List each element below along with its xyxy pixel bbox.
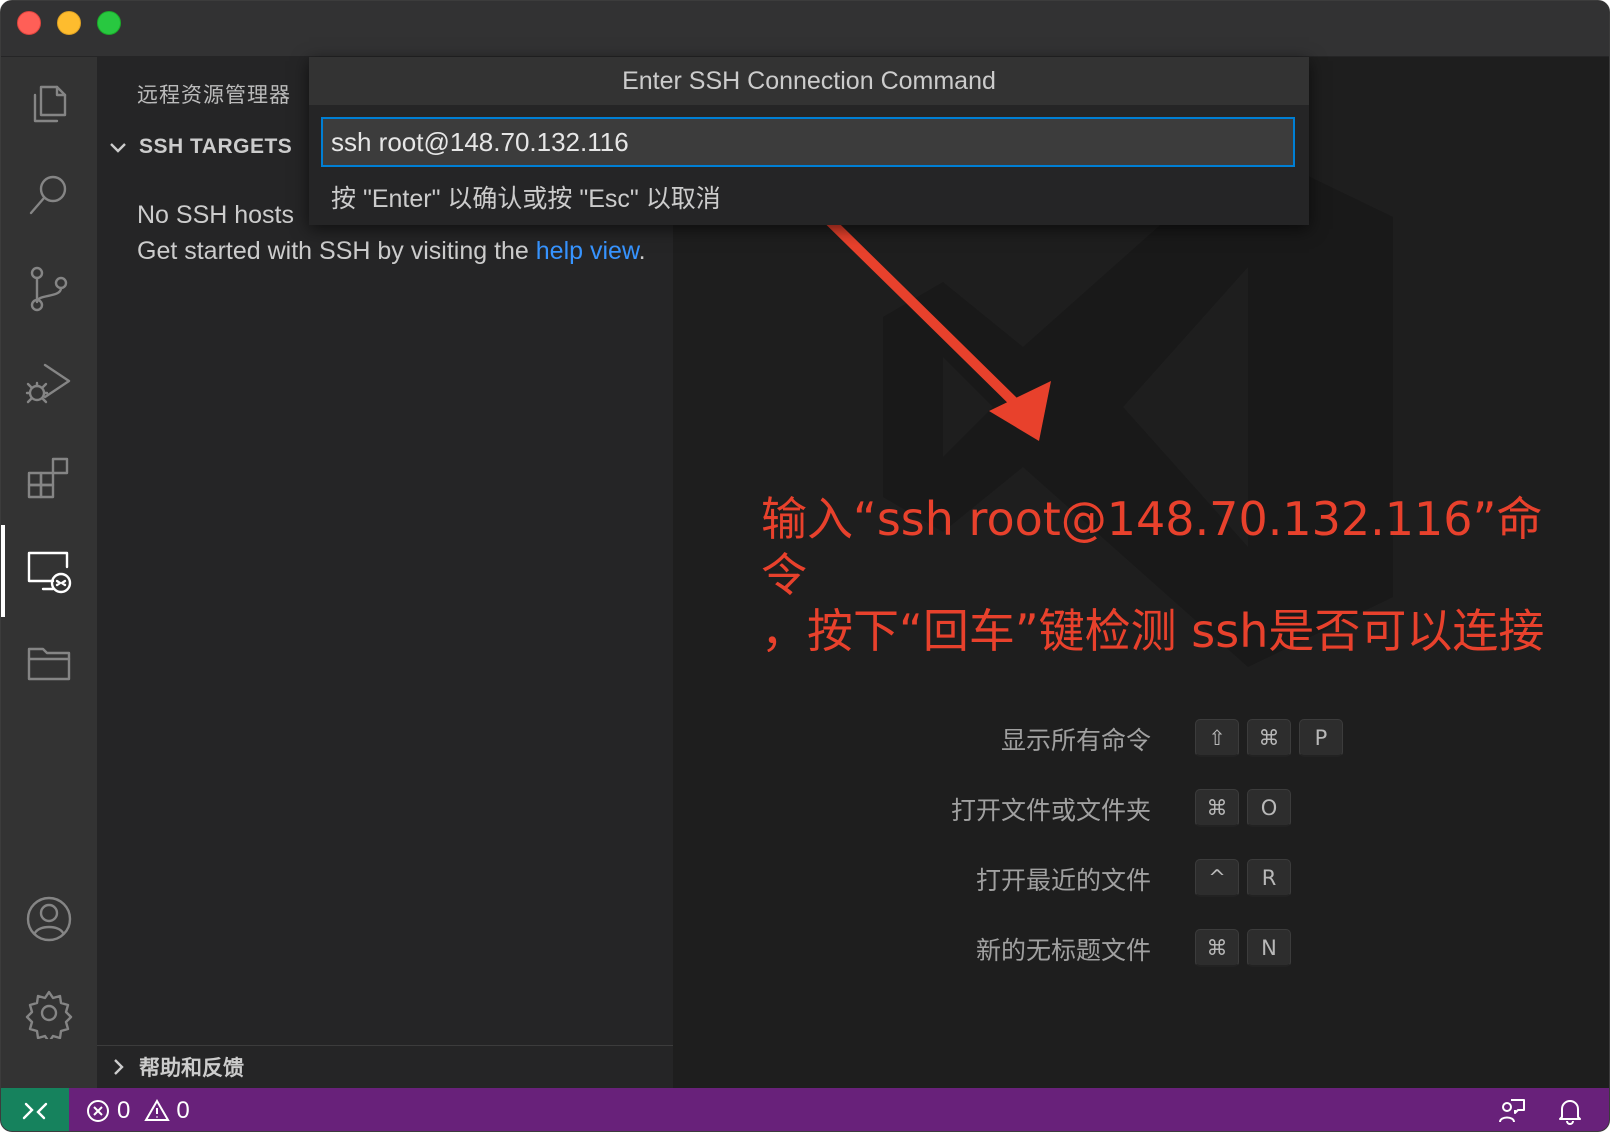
shortcut-label: 显示所有命令 — [1000, 727, 1151, 755]
search-icon — [29, 175, 67, 215]
sidebar-title: 远程资源管理器 — [137, 84, 291, 107]
remote-icon — [22, 1102, 48, 1119]
remote-explorer-icon — [27, 551, 72, 594]
remote-indicator-button[interactable] — [1, 1088, 69, 1131]
minimize-window-button[interactable] — [57, 11, 81, 35]
remote-explorer-tab[interactable] — [1, 525, 97, 617]
shortcut-row: 打开文件或文件夹 ⌘ O — [673, 787, 1609, 827]
close-window-button[interactable] — [17, 11, 41, 35]
chevron-down-icon — [110, 143, 126, 153]
maximize-window-button[interactable] — [97, 11, 121, 35]
problems-indicator[interactable]: 0 0 — [85, 1088, 190, 1131]
key-cap: ⌘ — [1247, 719, 1291, 757]
key-cap: O — [1247, 789, 1291, 827]
run-debug-tab[interactable] — [1, 337, 97, 429]
error-count: 0 — [117, 1096, 131, 1124]
message-line1: No SSH hosts — [137, 201, 295, 229]
extensions-icon — [27, 457, 69, 499]
warning-count: 0 — [176, 1096, 190, 1124]
quick-pick-title: Enter SSH Connection Command — [309, 57, 1309, 105]
help-feedback-section-header[interactable]: 帮助和反馈 — [97, 1045, 673, 1088]
vscode-window: 远程资源管理器 SSH TARGETS No SSH hosts Get sta… — [0, 0, 1610, 1132]
folder-tab[interactable] — [1, 617, 97, 709]
shortcut-label: 新的无标题文件 — [975, 937, 1151, 965]
ssh-command-quick-pick: Enter SSH Connection Command ssh root@14… — [309, 57, 1309, 225]
gear-icon — [25, 990, 73, 1039]
message-line2: Get started with SSH by visiting the — [137, 237, 536, 265]
bell-icon — [1559, 1099, 1581, 1125]
run-debug-icon — [25, 363, 71, 404]
message-period: . — [638, 237, 646, 265]
feedback-button[interactable] — [1497, 1088, 1527, 1131]
chevron-right-icon — [114, 1059, 124, 1075]
key-cap: ⇧ — [1195, 719, 1239, 757]
search-tab[interactable] — [1, 149, 97, 241]
ssh-targets-section-header[interactable]: SSH TARGETS — [107, 135, 292, 159]
warning-icon — [144, 1098, 171, 1121]
manage-button[interactable] — [1, 967, 97, 1059]
help-view-link[interactable]: help view — [536, 237, 639, 265]
ssh-command-input[interactable]: ssh root@148.70.132.116 — [321, 117, 1295, 167]
explorer-tab[interactable] — [1, 57, 97, 149]
files-icon — [33, 85, 67, 123]
shortcut-row: 新的无标题文件 ⌘ N — [673, 927, 1609, 967]
title-bar — [1, 1, 1609, 57]
help-feedback-label: 帮助和反馈 — [139, 1057, 244, 1080]
source-control-icon — [30, 266, 68, 312]
annotation-line1: 输入“ssh root@148.70.132.116”命令 — [761, 492, 1543, 602]
activity-bar — [1, 57, 97, 1088]
key-cap: N — [1247, 929, 1291, 967]
notifications-button[interactable] — [1555, 1088, 1585, 1131]
key-cap: ⌘ — [1195, 789, 1239, 827]
shortcut-label: 打开最近的文件 — [975, 867, 1151, 895]
shortcut-row: 显示所有命令 ⇧ ⌘ P — [673, 717, 1609, 757]
annotation-line2: ，按下“回车”键检测 ssh是否可以连接 — [761, 604, 1545, 658]
ssh-targets-label: SSH TARGETS — [139, 135, 293, 158]
key-cap: ^ — [1195, 859, 1239, 897]
quick-pick-hint: 按 "Enter" 以确认或按 "Esc" 以取消 — [331, 185, 721, 213]
folder-icon — [27, 647, 71, 681]
extensions-tab[interactable] — [1, 431, 97, 523]
key-cap: ⌘ — [1195, 929, 1239, 967]
key-cap: R — [1247, 859, 1291, 897]
account-icon — [26, 896, 72, 942]
error-icon — [87, 1099, 109, 1122]
accounts-button[interactable] — [1, 873, 97, 965]
feedback-icon — [1499, 1098, 1525, 1122]
annotation-text: 输入“ssh root@148.70.132.116”命令 ，按下“回车”键检测… — [761, 491, 1581, 659]
key-cap: P — [1299, 719, 1343, 757]
source-control-tab[interactable] — [1, 243, 97, 335]
shortcut-row: 打开最近的文件 ^ R — [673, 857, 1609, 897]
shortcut-label: 打开文件或文件夹 — [950, 797, 1151, 825]
status-bar: 0 0 — [1, 1088, 1609, 1131]
